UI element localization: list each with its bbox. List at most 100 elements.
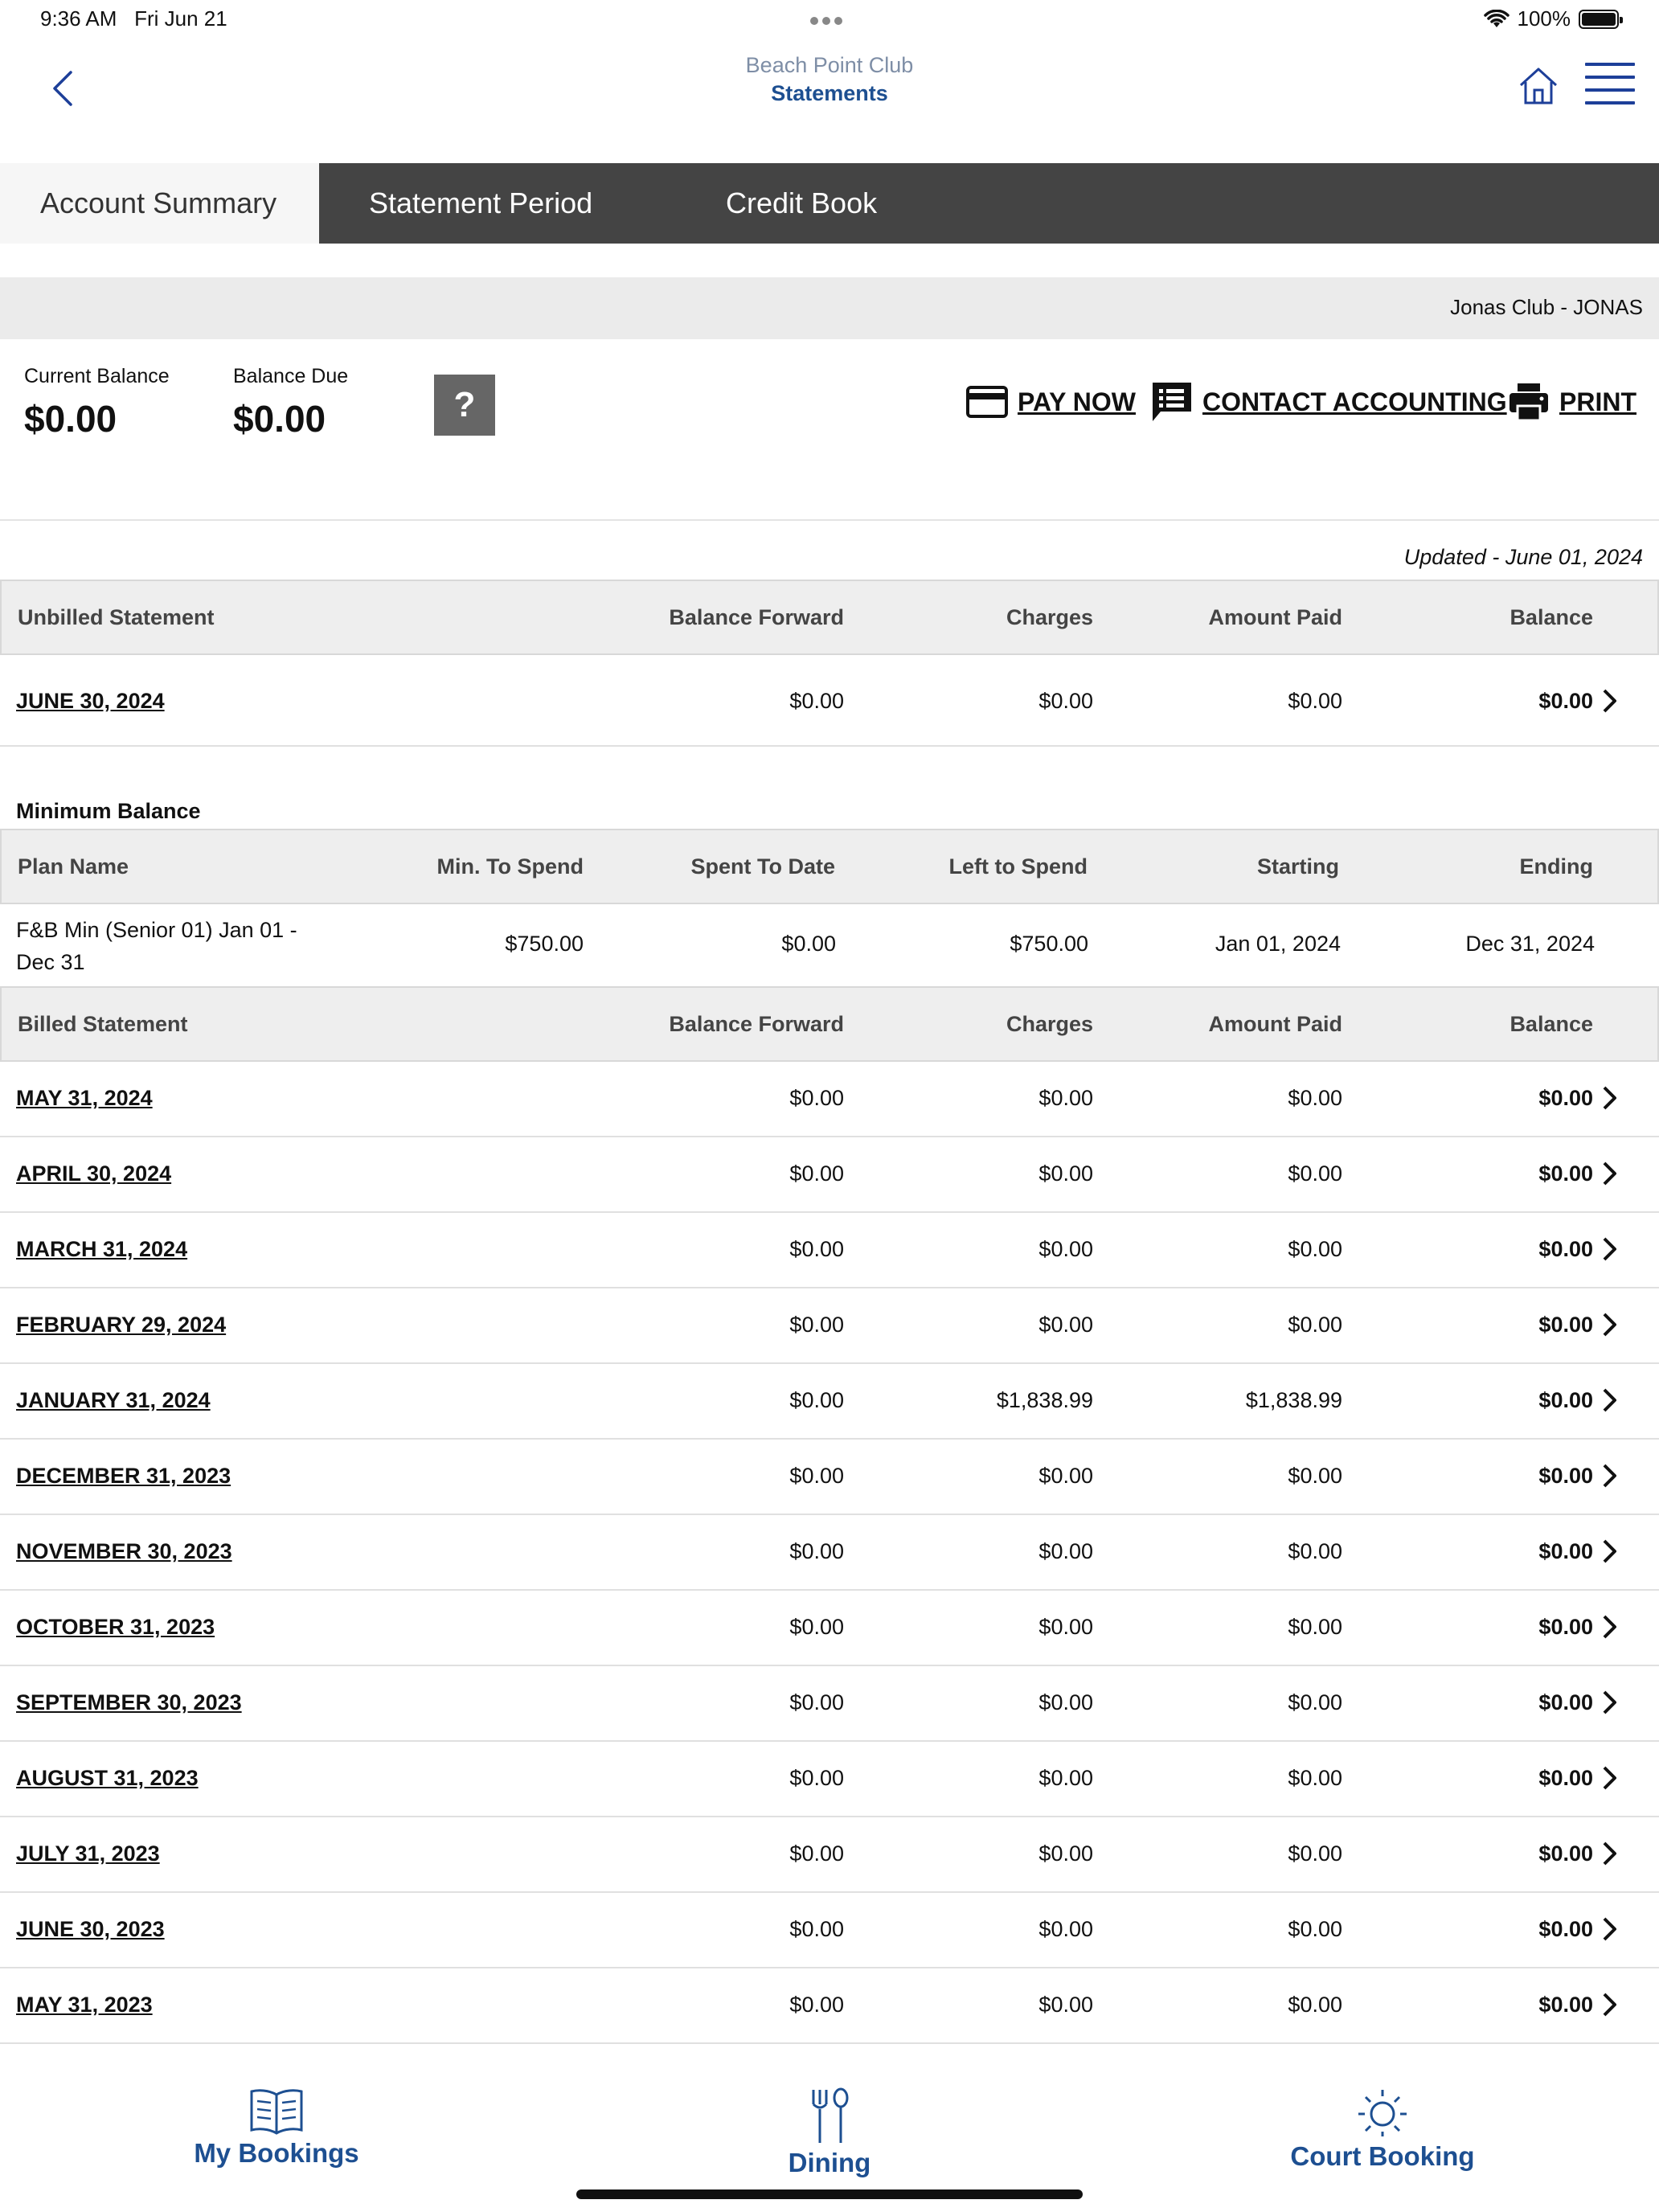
nav-court-booking[interactable]: Court Booking [1222,2087,1543,2172]
multitask-dots-icon[interactable] [810,14,849,25]
balance-forward: $0.00 [789,1313,844,1337]
status-time: 9:36 AM Fri Jun 21 [40,6,227,31]
chevron-right-icon[interactable] [1601,1387,1619,1414]
table-row[interactable]: JANUARY 31, 2024 $0.00 $1,838.99 $1,838.… [0,1364,1659,1440]
chevron-right-icon[interactable] [1601,1311,1619,1338]
unbilled-header-forward: Balance Forward [669,605,844,629]
statement-date-link[interactable]: AUGUST 31, 2023 [16,1766,199,1791]
chevron-right-icon[interactable] [1601,1764,1619,1792]
chevron-right-icon[interactable] [1601,1084,1619,1112]
amount-paid: $0.00 [1288,1464,1342,1488]
charges: $0.00 [1038,1690,1093,1714]
home-icon[interactable] [1516,63,1561,108]
tab-account-summary[interactable]: Account Summary [0,163,319,244]
plan-name-line2: Dec 31 [16,950,85,974]
statement-date-link[interactable]: NOVEMBER 30, 2023 [16,1539,232,1564]
table-row[interactable]: MAY 31, 2024 $0.00 $0.00 $0.00 $0.00 [0,1062,1659,1137]
help-button[interactable]: ? [434,375,495,436]
minimum-balance-header: Plan Name Min. To Spend Spent To Date Le… [0,829,1659,904]
table-row[interactable]: JULY 31, 2023 $0.00 $0.00 $0.00 $0.00 [0,1817,1659,1893]
charges: $0.00 [1038,1237,1093,1261]
table-row[interactable]: AUGUST 31, 2023 $0.00 $0.00 $0.00 $0.00 [0,1742,1659,1817]
divider [0,519,1659,521]
billed-header-forward: Balance Forward [669,1012,844,1036]
chevron-right-icon[interactable] [1601,1915,1619,1943]
battery-text: 100% [1517,6,1571,31]
tab-credit-book[interactable]: Credit Book [676,163,877,244]
nav-my-bookings[interactable]: My Bookings [116,2087,437,2169]
balance-forward: $0.00 [789,689,844,713]
sun-icon [1358,2090,1407,2136]
home-indicator[interactable] [576,2189,1083,2199]
balance-due-label: Balance Due [233,365,349,387]
tab-statement-period[interactable]: Statement Period [319,163,676,244]
current-balance-value: $0.00 [24,398,117,440]
chevron-right-icon[interactable] [1601,1462,1619,1489]
balance-forward: $0.00 [789,1161,844,1186]
nav-header: Beach Point Club Statements [0,39,1659,163]
balance-forward: $0.00 [789,1917,844,1941]
statement-date-link[interactable]: OCTOBER 31, 2023 [16,1615,215,1640]
charges: $0.00 [1038,1993,1093,2017]
table-row[interactable]: NOVEMBER 30, 2023 $0.00 $0.00 $0.00 $0.0… [0,1515,1659,1591]
contact-accounting-button[interactable]: CONTACT ACCOUNTING [1151,378,1507,426]
statement-date-link[interactable]: APRIL 30, 2024 [16,1161,171,1186]
print-button[interactable]: PRINT [1508,378,1636,426]
contact-accounting-label: CONTACT ACCOUNTING [1202,387,1507,416]
statement-date-link[interactable]: JULY 31, 2023 [16,1841,160,1866]
table-row[interactable]: JUNE 30, 2023 $0.00 $0.00 $0.00 $0.00 [0,1893,1659,1968]
table-row[interactable]: SEPTEMBER 30, 2023 $0.00 $0.00 $0.00 $0.… [0,1666,1659,1742]
header-starting: Starting [1256,854,1339,879]
balance: $0.00 [1538,1690,1593,1714]
balance: $0.00 [1538,1313,1593,1337]
chevron-right-icon[interactable] [1601,1689,1619,1716]
balance: $0.00 [1538,1841,1593,1866]
pay-now-button[interactable]: PAY NOW [966,378,1136,426]
table-row[interactable]: MAY 31, 2023 $0.00 $0.00 $0.00 $0.00 [0,1968,1659,2044]
balance-forward: $0.00 [789,1237,844,1261]
amount-paid: $0.00 [1288,689,1342,713]
chevron-right-icon[interactable] [1601,1840,1619,1867]
chevron-right-icon[interactable] [1601,1160,1619,1187]
unbilled-row[interactable]: JUNE 30, 2024 $0.00 $0.00 $0.00 $0.00 [0,655,1659,747]
ending-date: Dec 31, 2024 [1465,932,1595,956]
chevron-right-icon[interactable] [1601,1235,1619,1263]
statement-date-link[interactable]: SEPTEMBER 30, 2023 [16,1690,242,1715]
table-row[interactable]: OCTOBER 31, 2023 $0.00 $0.00 $0.00 $0.00 [0,1591,1659,1666]
amount-paid: $0.00 [1288,1313,1342,1337]
balance-due-value: $0.00 [233,398,326,440]
statement-date-link[interactable]: JUNE 30, 2023 [16,1917,165,1942]
chevron-right-icon[interactable] [1601,687,1619,715]
statement-date-link[interactable]: MARCH 31, 2024 [16,1237,187,1262]
statement-date-link[interactable]: JUNE 30, 2024 [16,689,165,714]
starting-date: Jan 01, 2024 [1215,932,1341,956]
chevron-right-icon[interactable] [1601,1613,1619,1641]
charges: $0.00 [1038,1313,1093,1337]
statement-date-link[interactable]: MAY 31, 2024 [16,1086,153,1111]
statement-date-link[interactable]: DECEMBER 31, 2023 [16,1464,231,1489]
chevron-right-icon[interactable] [1601,1538,1619,1565]
billed-header-paid: Amount Paid [1208,1012,1343,1036]
amount-paid: $0.00 [1288,1841,1342,1866]
statement-date-link[interactable]: MAY 31, 2023 [16,1993,153,2017]
statement-date-link[interactable]: FEBRUARY 29, 2024 [16,1313,226,1337]
hamburger-menu-icon[interactable] [1585,63,1635,104]
updated-date: Updated - June 01, 2024 [1403,545,1643,569]
table-row[interactable]: DECEMBER 31, 2023 $0.00 $0.00 $0.00 $0.0… [0,1440,1659,1515]
balance-forward: $0.00 [789,1766,844,1790]
unbilled-header-charges: Charges [1006,605,1093,629]
statement-date-link[interactable]: JANUARY 31, 2024 [16,1388,211,1413]
table-row[interactable]: MARCH 31, 2024 $0.00 $0.00 $0.00 $0.00 [0,1213,1659,1288]
nav-dining-label: Dining [788,2148,871,2177]
nav-dining[interactable]: Dining [669,2087,990,2178]
table-row[interactable]: FEBRUARY 29, 2024 $0.00 $0.00 $0.00 $0.0… [0,1288,1659,1364]
charges: $0.00 [1038,1841,1093,1866]
chevron-right-icon[interactable] [1601,1991,1619,2018]
table-row[interactable]: APRIL 30, 2024 $0.00 $0.00 $0.00 $0.00 [0,1137,1659,1213]
minimum-balance-title: Minimum Balance [16,799,201,823]
amount-paid: $0.00 [1288,1690,1342,1714]
balance-forward: $0.00 [789,1615,844,1639]
balance: $0.00 [1538,1086,1593,1110]
fork-spoon-icon [812,2087,849,2143]
billed-table-header: Billed Statement Balance Forward Charges… [0,986,1659,1062]
